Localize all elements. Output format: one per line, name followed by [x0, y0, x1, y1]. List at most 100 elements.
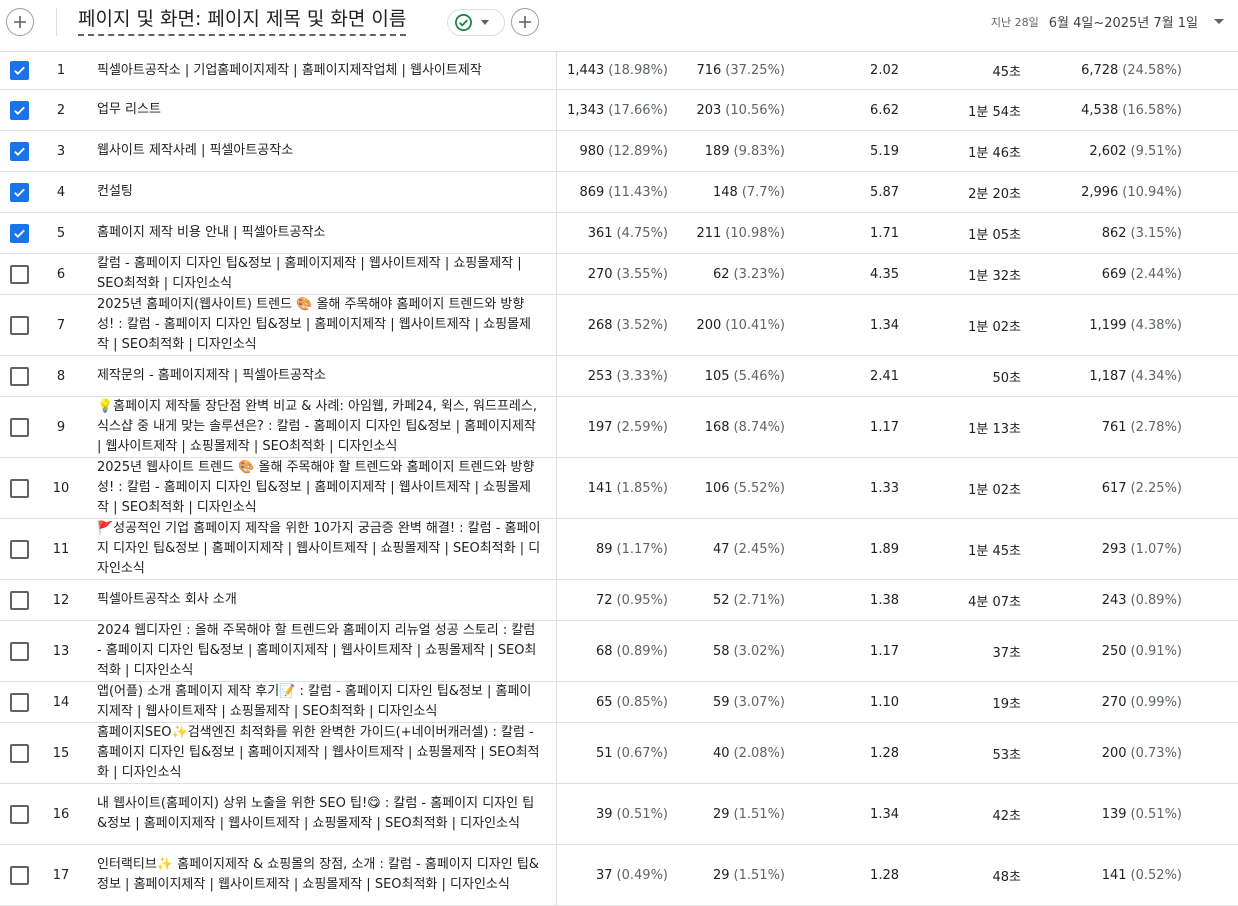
row-checkbox[interactable] [10, 141, 29, 161]
row-checkbox[interactable] [10, 692, 29, 712]
table-row[interactable]: 2 업무 리스트 1,343 (17.66%) 203 (10.56%) 6.62 1분 54… [0, 90, 1238, 131]
event-count-cell: 250 (0.91%) [1040, 621, 1182, 681]
event-count-cell: 761 (2.78%) [1040, 397, 1182, 457]
table-row[interactable]: 14 앱(어플) 소개 홈페이지 제작 후기📝 : 칼럼 - 홈페이지 디자인 팁… [0, 682, 1238, 723]
event-count-percent: (1.07%) [1130, 541, 1182, 557]
users-percent: (0.67%) [616, 745, 668, 761]
column-divider [556, 172, 557, 212]
table-row[interactable]: 16 내 웹사이트(홈페이지) 상위 노출을 위한 SEO 팁!😋 : 칼럼 - … [0, 784, 1238, 845]
new-users-percent: (3.07%) [733, 694, 785, 710]
row-checkbox[interactable] [10, 315, 29, 335]
row-checkbox[interactable] [10, 641, 29, 661]
views-per-user-cell: 5.87 [870, 184, 899, 200]
event-count-cell: 293 (1.07%) [1040, 519, 1182, 579]
users-percent: (0.95%) [616, 592, 668, 608]
row-checkbox[interactable] [10, 590, 29, 610]
row-checkbox[interactable] [10, 61, 29, 80]
row-checkbox[interactable] [10, 417, 29, 437]
row-select [10, 295, 32, 355]
row-select [10, 458, 32, 518]
row-checkbox[interactable] [10, 100, 29, 120]
new-users-value: 189 [704, 143, 730, 159]
table-row[interactable]: 7 2025년 홈페이지(웹사이트) 트렌드 🎨 올해 주목해야 홈페이지 트렌드… [0, 295, 1238, 356]
row-rank: 4 [56, 184, 66, 200]
users-cell: 980 (12.89%) [560, 131, 668, 171]
column-divider [556, 213, 557, 253]
avg-engagement-time-cell: 42초 [992, 808, 1021, 824]
table-row[interactable]: 6 칼럼 - 홈페이지 디자인 팁&정보 | 홈페이지제작 | 웹사이트제작 | … [0, 254, 1238, 295]
new-users-value: 105 [704, 368, 730, 384]
event-count-cell: 669 (2.44%) [1040, 254, 1182, 294]
new-users-cell: 47 (2.45%) [680, 519, 785, 579]
table-row[interactable]: 11 🚩성공적인 기업 홈페이지 제작을 위한 10가지 궁금증 완벽 해결! :… [0, 519, 1238, 580]
new-users-percent: (2.71%) [733, 592, 785, 608]
page-title-cell: 인터랙티브✨ 홈페이지제작 & 쇼핑몰의 장점, 소개 : 칼럼 - 홈페이지 … [97, 857, 539, 892]
views-per-user-cell: 1.34 [870, 806, 899, 822]
row-checkbox[interactable] [10, 223, 29, 243]
event-count-percent: (3.15%) [1130, 225, 1182, 241]
table-row[interactable]: 15 홈페이지SEO✨검색엔진 최적화를 위한 완벽한 가이드(+네이버캐러셀) … [0, 723, 1238, 784]
event-count-value: 761 [1101, 419, 1127, 435]
column-divider [556, 519, 557, 579]
row-checkbox[interactable] [10, 264, 29, 284]
period-value: 6월 4일~2025년 7월 1일 [1048, 16, 1198, 31]
table-row[interactable]: 3 웹사이트 제작사례 | 픽셀아트공작소 980 (12.89%) 189 (9.83%… [0, 131, 1238, 172]
users-value: 65 [596, 694, 613, 710]
new-users-value: 200 [696, 317, 722, 333]
users-value: 89 [596, 541, 613, 557]
table-row[interactable]: 10 2025년 웹사이트 트렌드 🎨 올해 주목해야 할 트렌드와 홈페이지 트… [0, 458, 1238, 519]
event-count-value: 617 [1101, 480, 1127, 496]
period-label: 지난 28일 [990, 15, 1039, 29]
users-cell: 72 (0.95%) [560, 580, 668, 620]
table-row[interactable]: 13 2024 웹디자인 : 올해 주목해야 할 트렌드와 홈페이지 리뉴얼 성공… [0, 621, 1238, 682]
status-dropdown[interactable] [447, 9, 505, 36]
event-count-percent: (0.89%) [1130, 592, 1182, 608]
users-percent: (0.51%) [616, 806, 668, 822]
page-title[interactable]: 페이지 및 화면: 페이지 제목 및 화면 이름 [78, 6, 407, 36]
row-select [10, 397, 32, 457]
event-count-cell: 862 (3.15%) [1040, 213, 1182, 253]
new-users-percent: (2.08%) [733, 745, 785, 761]
row-checkbox[interactable] [10, 539, 29, 559]
row-checkbox[interactable] [10, 804, 29, 824]
new-users-value: 716 [696, 63, 722, 78]
check-icon [14, 66, 25, 76]
table-row[interactable]: 1 픽셀아트공작소 | 기업홈페이지제작 | 홈페이지제작업체 | 웹사이트제작 1… [0, 52, 1238, 90]
row-checkbox[interactable] [10, 865, 29, 885]
table-row[interactable]: 8 제작문의 - 홈페이지제작 | 픽셀아트공작소 253 (3.33%) 105 (5.… [0, 356, 1238, 397]
event-count-value: 200 [1101, 745, 1127, 761]
date-range-picker[interactable]: 지난 28일 6월 4일~2025년 7월 1일 [991, 12, 1224, 31]
table-row[interactable]: 5 홈페이지 제작 비용 안내 | 픽셀아트공작소 361 (4.75%) 211 (10… [0, 213, 1238, 254]
users-percent: (12.89%) [608, 143, 668, 159]
event-count-cell: 6,728 (24.58%) [1040, 52, 1182, 89]
views-per-user-cell: 1.17 [870, 643, 899, 659]
users-value: 1,443 [567, 63, 605, 78]
row-rank: 10 [52, 480, 70, 496]
add-filter-button[interactable] [511, 8, 539, 36]
row-checkbox[interactable] [10, 182, 29, 202]
new-users-cell: 189 (9.83%) [680, 131, 785, 171]
views-per-user-cell: 1.71 [870, 225, 899, 241]
row-select [10, 213, 32, 253]
views-per-user-cell: 1.34 [870, 317, 899, 333]
users-percent: (1.17%) [616, 541, 668, 557]
new-users-cell: 211 (10.98%) [680, 213, 785, 253]
row-checkbox[interactable] [10, 743, 29, 763]
page-title-cell: 픽셀아트공작소 회사 소개 [97, 592, 237, 607]
row-checkbox[interactable] [10, 478, 29, 498]
table-row[interactable]: 9 💡홈페이지 제작툴 장단점 완벽 비교 & 사례: 아임웹, 카페24, 윅스… [0, 397, 1238, 458]
new-users-percent: (5.46%) [733, 368, 785, 384]
table-row[interactable]: 4 컨설팅 869 (11.43%) 148 (7.7%) 5.87 2분 20초 2,996(… [0, 172, 1238, 213]
table-row[interactable]: 17 인터랙티브✨ 홈페이지제작 & 쇼핑몰의 장점, 소개 : 칼럼 - 홈페이… [0, 845, 1238, 906]
row-checkbox[interactable] [10, 366, 29, 386]
event-count-value: 1,187 [1089, 368, 1127, 384]
page-title-cell: 칼럼 - 홈페이지 디자인 팁&정보 | 홈페이지제작 | 웹사이트제작 | 쇼… [97, 256, 522, 291]
new-users-cell: 168 (8.74%) [680, 397, 785, 457]
column-divider [556, 784, 557, 844]
column-divider [556, 845, 557, 905]
users-percent: (4.75%) [616, 225, 668, 241]
table-row[interactable]: 12 픽셀아트공작소 회사 소개 72 (0.95%) 52 (2.71%) 1.38 4분 … [0, 580, 1238, 621]
add-comparison-button[interactable] [6, 8, 34, 36]
event-count-cell: 141 (0.52%) [1040, 845, 1182, 905]
event-count-percent: (0.52%) [1130, 867, 1182, 883]
